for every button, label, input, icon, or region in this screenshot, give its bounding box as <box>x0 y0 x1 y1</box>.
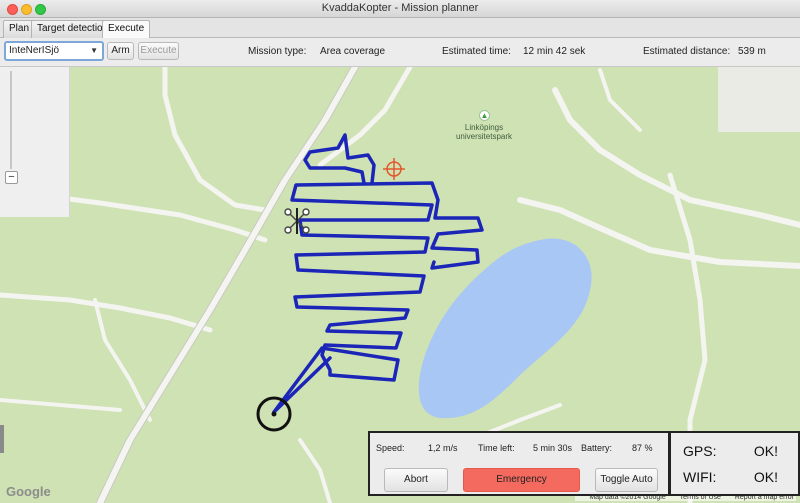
estimated-time-value: 12 min 42 sek <box>523 46 586 57</box>
gps-status: OK! <box>753 443 778 459</box>
park-label-line1: Linköpings <box>464 123 504 132</box>
abort-button[interactable]: Abort <box>384 468 448 492</box>
time-left-value: 5 min 30s <box>533 443 573 453</box>
estimated-distance-value: 539 m <box>738 46 766 57</box>
emergency-button[interactable]: Emergency <box>463 468 580 492</box>
chevron-down-icon: ▼ <box>90 46 98 55</box>
tab-bar: Plan Target detection Execute <box>0 18 800 39</box>
execute-button[interactable]: Execute <box>138 42 179 60</box>
wifi-status: OK! <box>753 469 778 485</box>
window-titlebar: KvaddaKopter - Mission planner <box>0 0 800 18</box>
speed-label: Speed: <box>376 443 405 453</box>
park-icon: ▲ <box>479 110 490 121</box>
flight-status-panel: Speed: 1,2 m/s Time left: 5 min 30s Batt… <box>368 431 670 496</box>
wifi-label: WIFI: <box>683 469 717 485</box>
mission-type-value: Area coverage <box>320 46 386 57</box>
estimated-distance-label: Estimated distance: <box>643 46 731 57</box>
gps-label: GPS: <box>683 443 717 459</box>
arm-button[interactable]: Arm <box>107 42 134 60</box>
mission-type-label: Mission type: <box>248 46 307 57</box>
park-label-line2: universitetspark <box>455 132 513 141</box>
window-title: KvaddaKopter - Mission planner <box>321 2 479 14</box>
battery-label: Battery: <box>581 443 613 453</box>
network-select-value: InteNerISjö <box>9 45 60 56</box>
estimated-time-label: Estimated time: <box>442 46 511 57</box>
tab-execute[interactable]: Execute <box>102 20 151 39</box>
google-logo: Google <box>6 484 51 499</box>
zoom-control: − <box>0 67 70 217</box>
zoom-out-button[interactable]: − <box>5 171 18 184</box>
connection-status-panel: GPS: OK! WIFI: OK! <box>669 431 800 496</box>
zoom-slider[interactable] <box>10 71 12 169</box>
speed-value: 1,2 m/s <box>428 443 458 453</box>
toolbar: InteNerISjö ▼ Arm Execute Mission type: … <box>0 38 800 67</box>
battery-value: 87 % <box>632 443 653 453</box>
network-select[interactable]: InteNerISjö ▼ <box>4 41 104 61</box>
time-left-label: Time left: <box>478 443 515 453</box>
toggle-auto-button[interactable]: Toggle Auto <box>595 468 658 492</box>
park-label: Linköpings universitetspark <box>440 123 528 141</box>
